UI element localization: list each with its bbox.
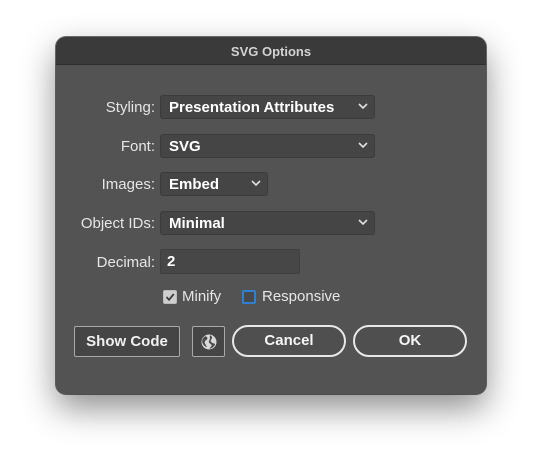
web-preview-button[interactable] bbox=[192, 326, 225, 357]
font-value: SVG bbox=[169, 138, 201, 155]
decimal-label: Decimal: bbox=[96, 254, 155, 271]
object-ids-label: Object IDs: bbox=[80, 215, 155, 232]
responsive-label[interactable]: Responsive bbox=[262, 288, 340, 305]
globe-icon bbox=[201, 334, 217, 350]
object-ids-select[interactable]: Minimal bbox=[160, 211, 375, 235]
screen: SVG Options Styling: Presentation Attrib… bbox=[0, 0, 542, 469]
cancel-button[interactable]: Cancel bbox=[232, 325, 346, 357]
minify-label[interactable]: Minify bbox=[182, 288, 221, 305]
checkmark-icon bbox=[165, 293, 175, 302]
font-label: Font: bbox=[120, 138, 155, 155]
images-label: Images: bbox=[101, 176, 155, 193]
show-code-button[interactable]: Show Code bbox=[74, 326, 180, 357]
minify-checkbox[interactable] bbox=[163, 290, 177, 304]
title-bar[interactable]: SVG Options bbox=[56, 37, 486, 65]
ok-button[interactable]: OK bbox=[353, 325, 467, 357]
chevron-down-icon bbox=[358, 103, 368, 110]
responsive-checkbox[interactable] bbox=[242, 290, 256, 304]
styling-label: Styling: bbox=[105, 99, 155, 116]
styling-select[interactable]: Presentation Attributes bbox=[160, 95, 375, 119]
styling-value: Presentation Attributes bbox=[169, 99, 335, 116]
svg-options-dialog: SVG Options Styling: Presentation Attrib… bbox=[56, 37, 486, 394]
images-value: Embed bbox=[169, 176, 220, 193]
images-select[interactable]: Embed bbox=[160, 172, 268, 196]
decimal-input[interactable]: 2 bbox=[160, 249, 300, 274]
font-select[interactable]: SVG bbox=[160, 134, 375, 158]
dialog-title: SVG Options bbox=[230, 44, 312, 59]
chevron-down-icon bbox=[358, 219, 368, 226]
chevron-down-icon bbox=[251, 180, 261, 187]
chevron-down-icon bbox=[358, 142, 368, 149]
object-ids-value: Minimal bbox=[169, 215, 225, 232]
